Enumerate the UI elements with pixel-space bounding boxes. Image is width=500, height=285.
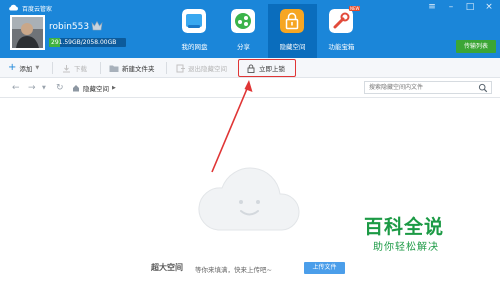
upload-file-label: 上传文件	[312, 264, 337, 271]
menu-icon[interactable]: ≡	[427, 3, 437, 12]
upload-file-button[interactable]: 上传文件	[304, 262, 345, 274]
chevron-right-icon[interactable]: ▶	[112, 85, 116, 91]
new-folder-icon	[109, 65, 119, 72]
transfer-list-button[interactable]: 传输列表	[456, 40, 496, 53]
nav-share[interactable]: 分享	[219, 4, 268, 58]
nav-label: 功能宝箱	[328, 43, 355, 51]
new-folder-button[interactable]: 新建文件夹	[109, 58, 155, 78]
empty-state-title: 超大空间	[151, 263, 183, 272]
empty-cloud-illustration-icon	[198, 167, 300, 231]
username[interactable]: robin553	[49, 22, 89, 32]
add-button[interactable]: + 添加 ▼	[8, 58, 39, 78]
minimize-icon[interactable]: –	[446, 3, 456, 12]
search-box	[364, 81, 492, 94]
nav-my-drive[interactable]: 我的网盘	[170, 4, 219, 58]
new-folder-label: 新建文件夹	[122, 65, 155, 73]
breadcrumb: 隐藏空间 ▶	[72, 82, 116, 94]
exit-icon	[176, 64, 185, 72]
nav-label: 隐藏空间	[279, 43, 306, 51]
add-label: 添加	[19, 65, 33, 73]
app-title: 百度云管家	[22, 6, 53, 13]
top-header: 百度云管家 ≡ – □ × robin553 291.59GB/2058.00G…	[0, 0, 500, 58]
nav-toolbox[interactable]: NEW 功能宝箱	[317, 4, 366, 58]
chevron-down-icon: ▼	[35, 65, 40, 71]
lock-now-button[interactable]: 立即上锁	[238, 59, 296, 77]
transfer-list-label: 传输列表	[463, 43, 488, 50]
close-icon[interactable]: ×	[484, 3, 494, 12]
baidu-cloud-logo-icon	[9, 4, 18, 11]
watermark-title: 百科全说	[364, 216, 445, 238]
storage-quota-text: 291.59GB/2058.00GB	[51, 39, 117, 46]
toolbox-icon	[329, 9, 353, 33]
watermark-subtitle: 助你轻松解决	[373, 242, 439, 253]
search-icon[interactable]	[478, 83, 488, 93]
new-badge: NEW	[349, 6, 361, 11]
search-input[interactable]	[365, 82, 475, 93]
maximize-icon[interactable]: □	[465, 3, 475, 12]
history-dropdown-icon[interactable]: ▼	[42, 82, 46, 94]
avatar[interactable]	[10, 15, 45, 50]
refresh-icon[interactable]: ↻	[56, 82, 64, 94]
share-icon	[231, 9, 255, 33]
nav-label: 我的网盘	[181, 43, 208, 51]
avatar-photo	[12, 17, 43, 48]
download-label: 下载	[74, 65, 87, 73]
toolbar-divider	[52, 62, 53, 74]
cloud-drive-icon	[182, 9, 206, 33]
download-icon	[63, 64, 70, 72]
toolbar-divider	[166, 62, 167, 74]
nav-hidden-space[interactable]: 隐藏空间	[268, 4, 317, 58]
breadcrumb-item[interactable]: 隐藏空间	[83, 83, 109, 93]
exit-hidden-label: 退出隐藏空间	[188, 65, 227, 73]
lock-icon	[280, 9, 304, 33]
exit-hidden-space-button[interactable]: 退出隐藏空间	[176, 58, 227, 78]
plus-icon: +	[8, 62, 17, 73]
window-controls: ≡ – □ ×	[427, 3, 494, 12]
storage-quota-bar: 291.59GB/2058.00GB	[49, 38, 126, 47]
main-nav: 我的网盘 分享 隐藏空间 NEW 功能宝箱	[170, 4, 366, 58]
home-icon[interactable]	[72, 84, 80, 92]
nav-label: 分享	[237, 43, 250, 51]
back-arrow-icon[interactable]: ←	[12, 82, 20, 94]
lock-now-label: 立即上锁	[259, 65, 285, 73]
vip-crown-icon[interactable]	[90, 19, 104, 33]
empty-state-description: 等你来填满，快来上传吧~	[195, 266, 272, 274]
forward-arrow-icon[interactable]: →	[28, 82, 36, 94]
lock-icon	[247, 63, 255, 73]
toolbar-divider	[100, 62, 101, 74]
download-button[interactable]: 下载	[62, 58, 87, 78]
